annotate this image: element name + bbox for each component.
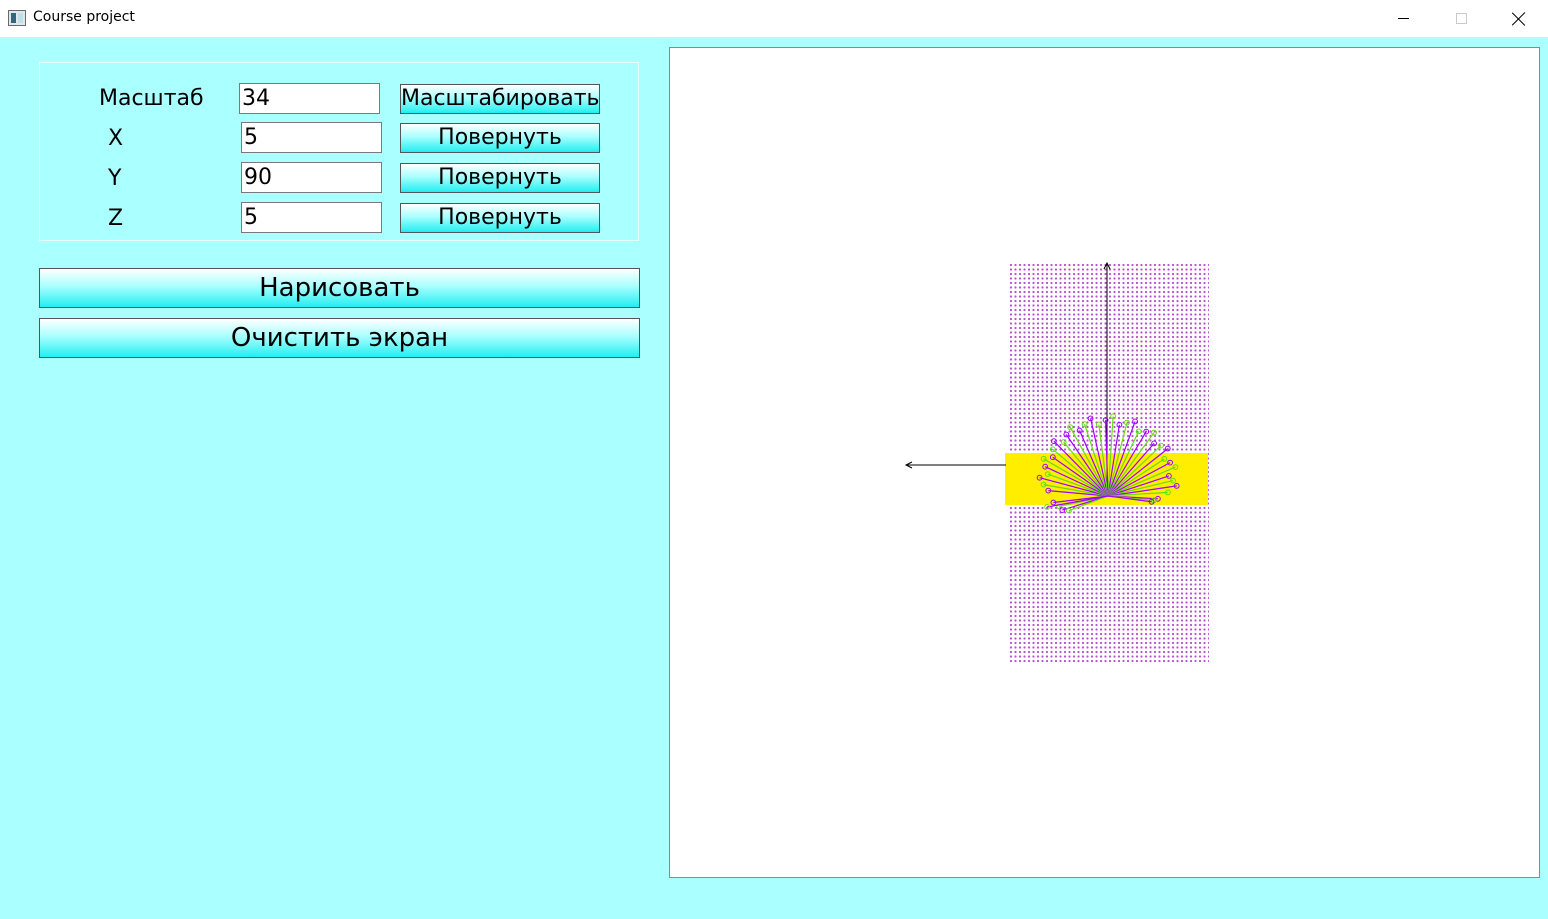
draw-button[interactable]: Нарисовать (39, 268, 640, 308)
z-label: Z (108, 206, 124, 231)
maximize-button[interactable] (1432, 0, 1490, 37)
clear-screen-button[interactable]: Очистить экран (39, 318, 640, 358)
x-label: X (108, 126, 124, 151)
close-button[interactable] (1490, 0, 1548, 37)
rotate-z-button[interactable]: Повернуть (400, 203, 600, 233)
close-icon (1512, 12, 1526, 26)
scale-label: Масштаб (99, 86, 204, 111)
title-bar: Course project (0, 0, 1548, 37)
scale-input[interactable]: 34 (239, 83, 380, 114)
z-angle-input[interactable]: 5 (241, 202, 382, 233)
minimize-icon (1397, 18, 1409, 19)
rotate-y-button[interactable]: Повернуть (400, 163, 600, 193)
y-label: Y (108, 166, 122, 191)
x-angle-input[interactable]: 5 (241, 122, 382, 153)
window-title: Course project (33, 9, 135, 25)
rotate-x-button[interactable]: Повернуть (400, 123, 600, 153)
drawing-canvas[interactable] (669, 47, 1540, 878)
app-window-icon (8, 10, 26, 26)
minimize-button[interactable] (1374, 0, 1432, 37)
scale-button[interactable]: Масштабировать (400, 84, 600, 114)
y-angle-input[interactable]: 90 (241, 162, 382, 193)
maximize-icon (1455, 13, 1467, 24)
scene-svg (904, 261, 1209, 664)
